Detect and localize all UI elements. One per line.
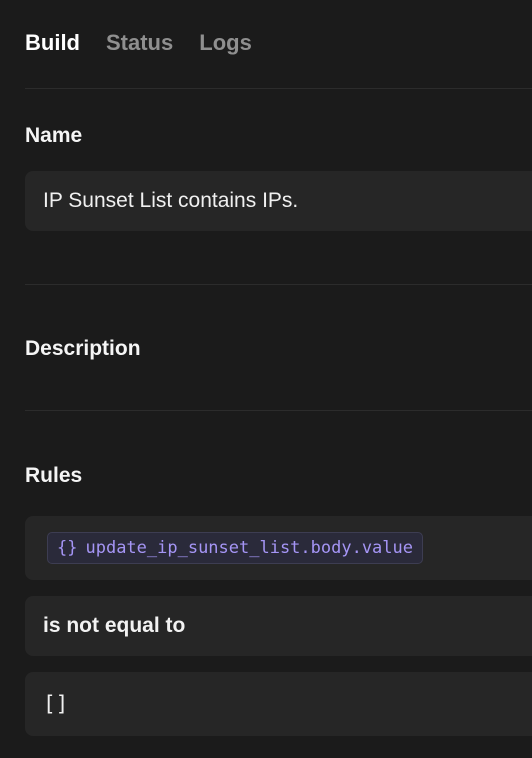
name-input[interactable]: IP Sunset List contains IPs. [25,171,532,231]
tab-logs[interactable]: Logs [199,27,252,59]
rule-value: [] [43,692,69,716]
tab-build[interactable]: Build [25,27,80,59]
divider [25,410,532,411]
rules-label: Rules [25,464,83,487]
curly-braces-icon: {} [57,538,78,558]
divider [25,284,532,285]
variable-name: update_ip_sunset_list.body.value [85,538,413,558]
name-input-value: IP Sunset List contains IPs. [43,189,299,212]
tab-bar: Build Status Logs [25,27,252,59]
variable-pill[interactable]: {} update_ip_sunset_list.body.value [47,532,423,564]
rule-variable-field[interactable]: {} update_ip_sunset_list.body.value [25,516,532,580]
operator-label: is not equal to [43,614,186,637]
rule-operator-select[interactable]: is not equal to [25,596,532,656]
rule-value-input[interactable]: [] [25,672,532,736]
divider [25,88,532,89]
description-label[interactable]: Description [25,335,141,363]
name-label: Name [25,124,83,147]
tab-status[interactable]: Status [106,27,173,59]
